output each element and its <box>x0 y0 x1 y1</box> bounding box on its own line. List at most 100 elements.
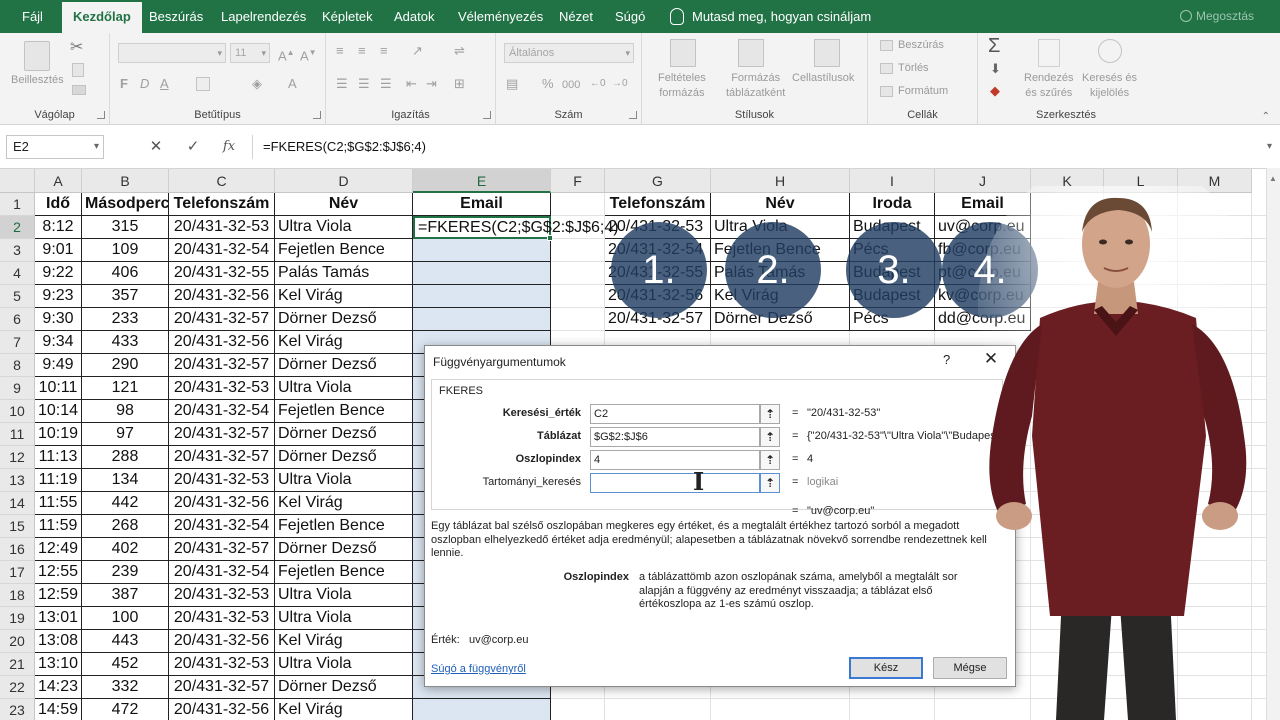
email-cell[interactable] <box>413 262 551 285</box>
table-cell[interactable]: 20/431-32-54 <box>169 400 275 423</box>
decrease-indent-icon[interactable]: ⇤ <box>406 76 417 92</box>
tell-me-search[interactable]: Mutasd meg, hogyan csináljam <box>670 0 871 33</box>
table-cell[interactable]: 20/431-32-53 <box>169 377 275 400</box>
format-as-table-icon[interactable] <box>738 39 764 67</box>
insert-function-icon[interactable]: fx <box>217 135 241 159</box>
align-left-icon[interactable]: ☰ <box>336 76 348 92</box>
active-cell-e2[interactable]: =FKERES(C2;$G$2:$J$6;4) <box>413 216 619 239</box>
table-cell[interactable]: 406 <box>82 262 169 285</box>
table-cell[interactable]: 98 <box>82 400 169 423</box>
table-cell[interactable]: Ultra Viola <box>275 584 413 607</box>
table-header-cell[interactable]: Telefonszám <box>169 193 275 216</box>
format-cells-button[interactable]: Formátum <box>898 84 948 99</box>
row-header-4[interactable]: 4 <box>0 262 35 285</box>
tab-page-layout[interactable]: Lapelrendezés <box>221 0 306 33</box>
row-header-9[interactable]: 9 <box>0 377 35 400</box>
table-cell[interactable]: Ultra Viola <box>275 653 413 676</box>
table-cell[interactable]: Kel Virág <box>275 492 413 515</box>
table-cell[interactable]: Dörner Dezső <box>275 676 413 699</box>
fill-handle[interactable] <box>547 235 553 241</box>
column-header-e[interactable]: E <box>413 169 551 193</box>
shrink-font-icon[interactable]: A▼ <box>300 45 317 64</box>
table-cell[interactable]: 11:59 <box>35 515 82 538</box>
tab-help[interactable]: Súgó <box>615 0 645 33</box>
sort-filter-icon[interactable] <box>1038 39 1060 67</box>
column-header-i[interactable]: I <box>850 169 935 193</box>
borders-icon[interactable] <box>196 77 210 91</box>
find-select-button[interactable]: Keresés és kijelölés <box>1082 71 1137 101</box>
table-header-cell[interactable]: Email <box>413 193 551 216</box>
wrap-text-icon[interactable]: ⇌ <box>454 43 465 59</box>
align-center-icon[interactable]: ☰ <box>358 76 370 92</box>
column-header-c[interactable]: C <box>169 169 275 193</box>
row-header-18[interactable]: 18 <box>0 584 35 607</box>
table-cell[interactable]: 290 <box>82 354 169 377</box>
row-header-17[interactable]: 17 <box>0 561 35 584</box>
row-header-13[interactable]: 13 <box>0 469 35 492</box>
format-cells-icon[interactable] <box>880 86 893 97</box>
merge-center-icon[interactable]: ⊞ <box>454 76 465 92</box>
tab-review[interactable]: Véleményezés <box>458 0 543 33</box>
table-cell[interactable]: 402 <box>82 538 169 561</box>
email-cell[interactable] <box>413 308 551 331</box>
table-cell[interactable]: Fejetlen Bence <box>275 561 413 584</box>
delete-cells-icon[interactable] <box>880 63 893 74</box>
table-cell[interactable]: Fejetlen Bence <box>275 400 413 423</box>
format-painter-icon[interactable] <box>72 85 86 95</box>
table-cell[interactable]: Dörner Dezső <box>275 538 413 561</box>
align-right-icon[interactable]: ☰ <box>380 76 392 92</box>
collapse-dialog-icon[interactable]: ⇡ <box>760 450 780 470</box>
table-cell[interactable]: Kel Virág <box>275 285 413 308</box>
table-cell[interactable]: 109 <box>82 239 169 262</box>
column-header-h[interactable]: H <box>711 169 850 193</box>
paste-icon[interactable] <box>24 41 50 71</box>
table-cell[interactable]: 9:34 <box>35 331 82 354</box>
table-cell[interactable]: 12:55 <box>35 561 82 584</box>
table-cell[interactable]: 233 <box>82 308 169 331</box>
row-header-22[interactable]: 22 <box>0 676 35 699</box>
table-cell[interactable]: 134 <box>82 469 169 492</box>
align-top-icon[interactable]: ≡ <box>336 43 344 59</box>
table-cell[interactable]: Kel Virág <box>275 630 413 653</box>
table-cell[interactable]: 9:01 <box>35 239 82 262</box>
table-cell[interactable]: 20/431-32-56 <box>169 699 275 720</box>
table-cell[interactable]: 10:19 <box>35 423 82 446</box>
table-cell[interactable]: 20/431-32-57 <box>169 446 275 469</box>
table-cell[interactable]: 472 <box>82 699 169 720</box>
table-cell[interactable]: Kel Virág <box>275 331 413 354</box>
row-header-21[interactable]: 21 <box>0 653 35 676</box>
table-cell[interactable]: Kel Virág <box>275 699 413 720</box>
table-cell[interactable]: 11:55 <box>35 492 82 515</box>
italic-icon[interactable]: D <box>140 76 149 92</box>
table-cell[interactable]: Ultra Viola <box>275 377 413 400</box>
table-cell[interactable]: 20/431-32-55 <box>169 262 275 285</box>
table-cell[interactable]: 9:30 <box>35 308 82 331</box>
row-header-7[interactable]: 7 <box>0 331 35 354</box>
table-cell[interactable]: Dörner Dezső <box>275 423 413 446</box>
font-size-box[interactable]: 11 <box>230 43 270 63</box>
table-cell[interactable]: 121 <box>82 377 169 400</box>
share-button[interactable]: Megosztás <box>1180 0 1254 33</box>
decrease-decimal-icon[interactable]: →0 <box>612 76 628 92</box>
column-header-b[interactable]: B <box>82 169 169 193</box>
underline-icon[interactable]: A <box>160 76 169 92</box>
percent-icon[interactable]: % <box>542 76 554 92</box>
row-header-19[interactable]: 19 <box>0 607 35 630</box>
increase-indent-icon[interactable]: ⇥ <box>426 76 437 92</box>
dialog-help-icon[interactable]: ? <box>943 352 950 367</box>
clear-icon[interactable]: ◆ <box>990 83 1000 99</box>
table-cell[interactable]: 8:12 <box>35 216 82 239</box>
orientation-icon[interactable]: ↗ <box>412 43 423 59</box>
table-cell[interactable]: 20/431-32-57 <box>169 354 275 377</box>
table-cell[interactable]: Ultra Viola <box>275 469 413 492</box>
row-header-11[interactable]: 11 <box>0 423 35 446</box>
table-cell[interactable]: 20/431-32-53 <box>169 653 275 676</box>
email-cell[interactable] <box>413 699 551 720</box>
table-cell[interactable]: Dörner Dezső <box>275 446 413 469</box>
table-cell[interactable]: 20/431-32-57 <box>169 676 275 699</box>
table-cell[interactable]: 387 <box>82 584 169 607</box>
tab-view[interactable]: Nézet <box>559 0 593 33</box>
fill-icon[interactable]: ⬇ <box>990 61 1001 77</box>
table-cell[interactable]: 12:49 <box>35 538 82 561</box>
row-header-12[interactable]: 12 <box>0 446 35 469</box>
